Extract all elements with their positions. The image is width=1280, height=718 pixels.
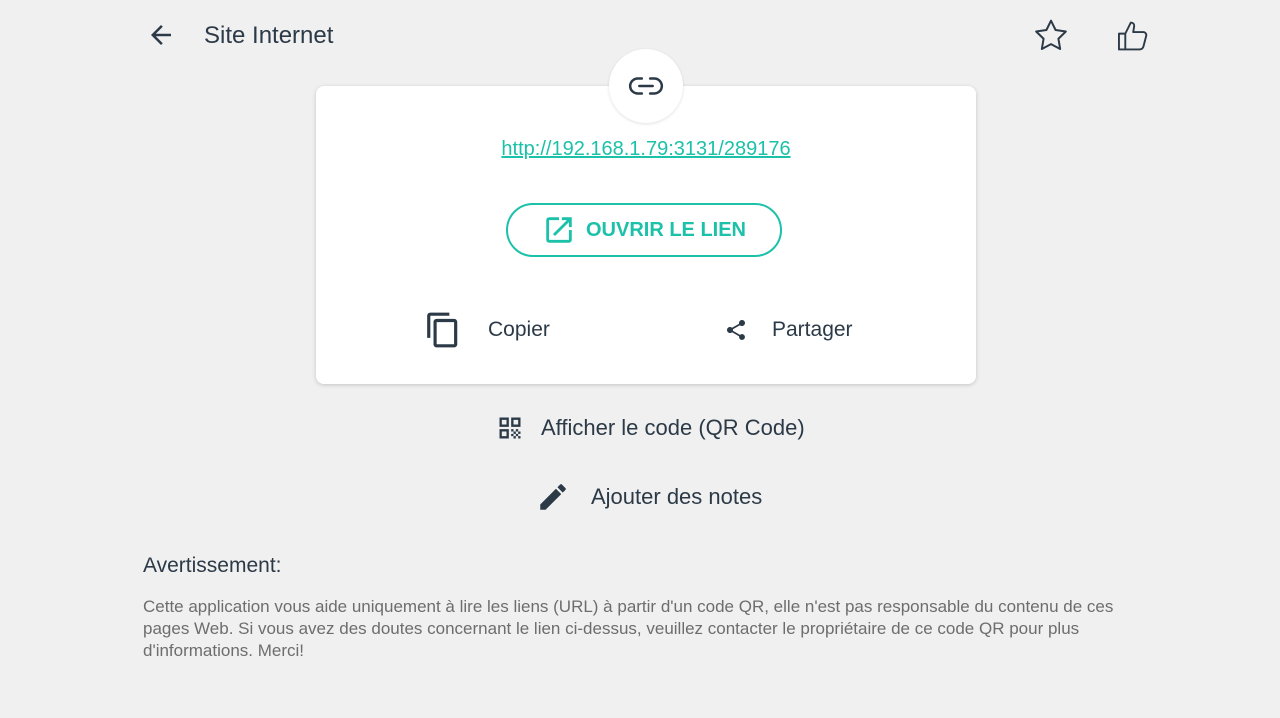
pencil-icon: [540, 484, 566, 510]
share-icon: [727, 320, 745, 340]
like-button[interactable]: [1113, 15, 1155, 57]
page-title: Site Internet: [204, 22, 334, 49]
link-icon: [628, 77, 664, 95]
share-label: Partager: [772, 318, 853, 341]
warning-title: Avertissement:: [143, 554, 282, 577]
show-qr-code-button[interactable]: Afficher le code (QR Code): [496, 410, 805, 446]
url-link[interactable]: http://192.168.1.79:3131/289176: [316, 138, 976, 161]
add-notes-button[interactable]: Ajouter des notes: [536, 479, 762, 515]
warning-text: Cette application vous aide uniquement à…: [143, 597, 1114, 660]
share-button[interactable]: Partager: [724, 308, 853, 352]
link-badge: [609, 49, 683, 123]
thumbs-up-outline-icon: [1118, 21, 1148, 51]
star-outline-icon: [1035, 19, 1067, 50]
qr-code-icon: [499, 417, 521, 439]
copy-button[interactable]: Copier: [424, 308, 550, 352]
open-external-icon: [546, 217, 572, 243]
open-link-button[interactable]: OUVRIR LE LIEN: [506, 203, 782, 257]
copy-label: Copier: [488, 318, 550, 341]
back-button[interactable]: [144, 18, 178, 52]
copy-icon: [427, 312, 458, 348]
url-card: http://192.168.1.79:3131/289176 OUVRIR L…: [316, 86, 976, 384]
add-notes-label: Ajouter des notes: [591, 484, 763, 509]
arrow-left-icon: [151, 25, 171, 45]
show-qr-code-label: Afficher le code (QR Code): [541, 415, 805, 440]
open-link-label: OUVRIR LE LIEN: [585, 218, 746, 241]
favorite-button[interactable]: [1030, 15, 1072, 57]
